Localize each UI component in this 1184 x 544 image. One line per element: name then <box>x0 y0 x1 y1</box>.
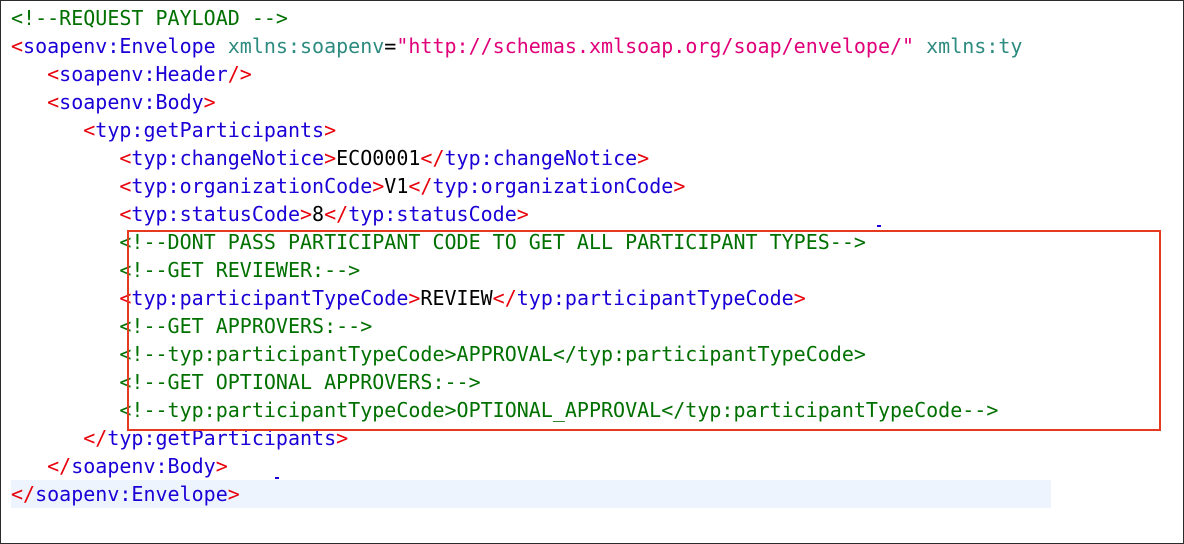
code-line: <soapenv:Body> <box>11 88 1183 116</box>
code-token: <!--REQUEST PAYLOAD --> <box>11 6 288 30</box>
code-token: < <box>11 34 24 58</box>
code-token: > <box>300 202 313 226</box>
code-token: /> <box>227 62 252 86</box>
code-token: </ <box>492 286 517 310</box>
code-token: </ <box>83 426 108 450</box>
code-token: soapenv:Envelope <box>35 482 228 506</box>
code-token: </ <box>324 202 349 226</box>
code-token: </ <box>11 482 36 506</box>
code-token: < <box>47 62 60 86</box>
code-token: > <box>408 286 421 310</box>
code-token: > <box>336 426 349 450</box>
cursor-speck <box>877 225 881 227</box>
code-token: typ:organizationCode <box>131 174 373 198</box>
code-line: <typ:getParticipants> <box>11 116 1183 144</box>
code-token: = <box>384 34 397 58</box>
code-token: soapenv:Header <box>59 62 228 86</box>
code-token: < <box>119 286 132 310</box>
code-token: typ:statusCode <box>348 202 517 226</box>
code-token: > <box>673 174 686 198</box>
code-token: typ:changeNotice <box>131 146 325 170</box>
code-token: typ:changeNotice <box>444 146 638 170</box>
code-token: > <box>793 286 806 310</box>
code-token: > <box>215 454 228 478</box>
code-line: <soapenv:Header/> <box>11 60 1183 88</box>
code-token: soapenv:Body <box>59 90 204 114</box>
code-line: <typ:participantTypeCode>REVIEW</typ:par… <box>11 284 1183 312</box>
code-line: <!--GET REVIEWER:--> <box>11 256 1183 284</box>
code-token: <!--typ:participantTypeCode>APPROVAL</ty… <box>119 342 866 366</box>
code-area[interactable]: <!--REQUEST PAYLOAD --> <soapenv:Envelope… <box>11 4 1183 508</box>
code-token: <!--DONT PASS PARTICIPANT CODE TO GET AL… <box>119 230 866 254</box>
code-token: <!--GET APPROVERS:--> <box>119 314 373 338</box>
code-token: V1 <box>384 174 409 198</box>
code-line: </typ:getParticipants> <box>11 424 1183 452</box>
code-token: typ:getParticipants <box>107 426 337 450</box>
code-token: <!--GET REVIEWER:--> <box>119 258 361 282</box>
code-line: <!--REQUEST PAYLOAD --> <box>11 4 1183 32</box>
code-token: > <box>203 90 216 114</box>
code-token: < <box>119 202 132 226</box>
code-line: <!--typ:participantTypeCode>OPTIONAL_APP… <box>11 396 1183 424</box>
code-token: < <box>47 90 60 114</box>
code-line: </soapenv:Body> <box>11 452 1183 480</box>
code-line: <!--typ:participantTypeCode>APPROVAL</ty… <box>11 340 1183 368</box>
code-token: typ:getParticipants <box>95 118 325 142</box>
code-token: > <box>227 482 240 506</box>
code-token: REVIEW <box>420 286 493 310</box>
code-line: <!--GET APPROVERS:--> <box>11 312 1183 340</box>
code-token: soapenv:Envelope <box>23 34 216 58</box>
code-line: <!--DONT PASS PARTICIPANT CODE TO GET AL… <box>11 228 1183 256</box>
code-token: > <box>516 202 529 226</box>
code-token: > <box>324 146 337 170</box>
cursor-speck <box>275 477 279 479</box>
code-token: > <box>637 146 650 170</box>
code-token: > <box>324 118 337 142</box>
code-line: <typ:changeNotice>ECO0001</typ:changeNot… <box>11 144 1183 172</box>
code-line: <typ:organizationCode>V1</typ:organizati… <box>11 172 1183 200</box>
code-token: </ <box>47 454 72 478</box>
code-token: > <box>372 174 385 198</box>
code-token: 8 <box>312 202 325 226</box>
code-token: xmlns:soapenv <box>215 34 385 58</box>
code-token: typ:participantTypeCode <box>516 286 794 310</box>
code-token: < <box>119 174 132 198</box>
code-line: <typ:statusCode>8</typ:statusCode> <box>11 200 1183 228</box>
code-token: soapenv:Body <box>71 454 216 478</box>
code-token: typ:organizationCode <box>432 174 674 198</box>
code-line: <!--GET OPTIONAL APPROVERS:--> <box>11 368 1183 396</box>
xml-editor[interactable]: <!--REQUEST PAYLOAD --> <soapenv:Envelope… <box>0 0 1184 544</box>
code-token: typ:participantTypeCode <box>131 286 409 310</box>
code-token: <!--GET OPTIONAL APPROVERS:--> <box>119 370 481 394</box>
code-line: </soapenv:Envelope> <box>11 480 1051 508</box>
code-token: <!--typ:participantTypeCode>OPTIONAL_APP… <box>119 398 999 422</box>
code-token: ECO0001 <box>336 146 421 170</box>
code-token: </ <box>408 174 433 198</box>
code-token: typ:statusCode <box>131 202 300 226</box>
code-token: xmlns:ty <box>914 34 1023 58</box>
code-token: < <box>83 118 96 142</box>
code-token: </ <box>420 146 445 170</box>
code-token: < <box>119 146 132 170</box>
code-token: "http://schemas.xmlsoap.org/soap/envelop… <box>396 34 915 58</box>
code-line: <soapenv:Envelope xmlns:soapenv="http://… <box>11 32 1183 60</box>
